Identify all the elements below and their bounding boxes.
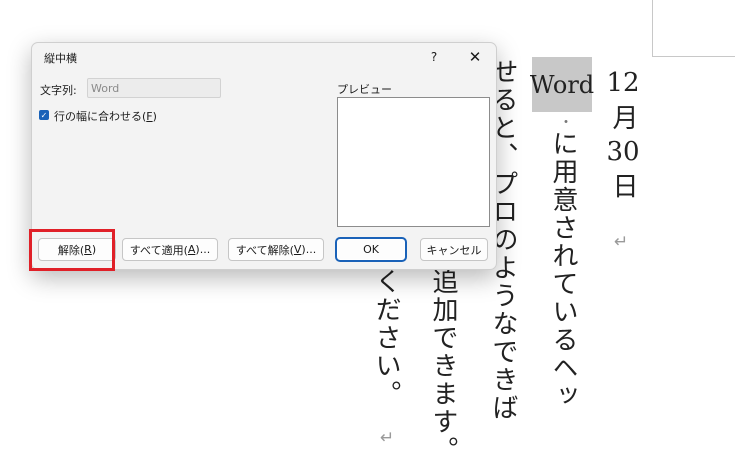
cancel-button[interactable]: キャンセル — [420, 238, 488, 261]
text-input[interactable] — [87, 78, 221, 98]
release-all-button[interactable]: すべて解除(V)... — [228, 238, 324, 261]
help-button[interactable]: ? — [424, 47, 444, 67]
date-day-digits: 30 — [606, 136, 640, 167]
fit-line-width-checkbox[interactable]: ✓ — [39, 110, 49, 120]
release-button[interactable]: 解除(R) — [38, 238, 116, 261]
document-text-column[interactable]: 追加できます。 — [428, 268, 458, 464]
tate-chu-yoko-dialog: 縦中横 ? ✕ 文字列: ✓ 行の幅に合わせる(F) プレビュー 解除(R) す… — [31, 42, 497, 270]
ok-button[interactable]: OK — [336, 238, 406, 261]
document-text-column[interactable]: に用意されているヘッ — [548, 130, 578, 410]
document-date-column: 12 月 30 日 — [606, 70, 640, 199]
paragraph-mark-icon: ↵ — [614, 232, 629, 252]
text-label: 文字列: — [40, 84, 77, 97]
preview-box — [337, 97, 490, 227]
dialog-title: 縦中横 — [44, 52, 77, 65]
page-corner-mark — [652, 0, 653, 57]
document-text-column[interactable]: ください。 — [371, 268, 401, 408]
paragraph-mark-icon: ↵ — [380, 428, 395, 448]
middle-dot: ・ — [559, 115, 573, 131]
apply-all-button[interactable]: すべて適用(A)... — [122, 238, 218, 261]
date-year-digits: 12 — [606, 68, 640, 98]
preview-label: プレビュー — [337, 83, 392, 96]
close-button[interactable]: ✕ — [464, 46, 486, 68]
date-month: 月 — [608, 104, 638, 131]
page-corner-mark — [652, 56, 735, 57]
fit-line-width-label[interactable]: 行の幅に合わせる(F) — [54, 108, 157, 124]
date-day: 日 — [608, 172, 638, 199]
selected-word-highlight[interactable]: Word — [530, 57, 594, 112]
